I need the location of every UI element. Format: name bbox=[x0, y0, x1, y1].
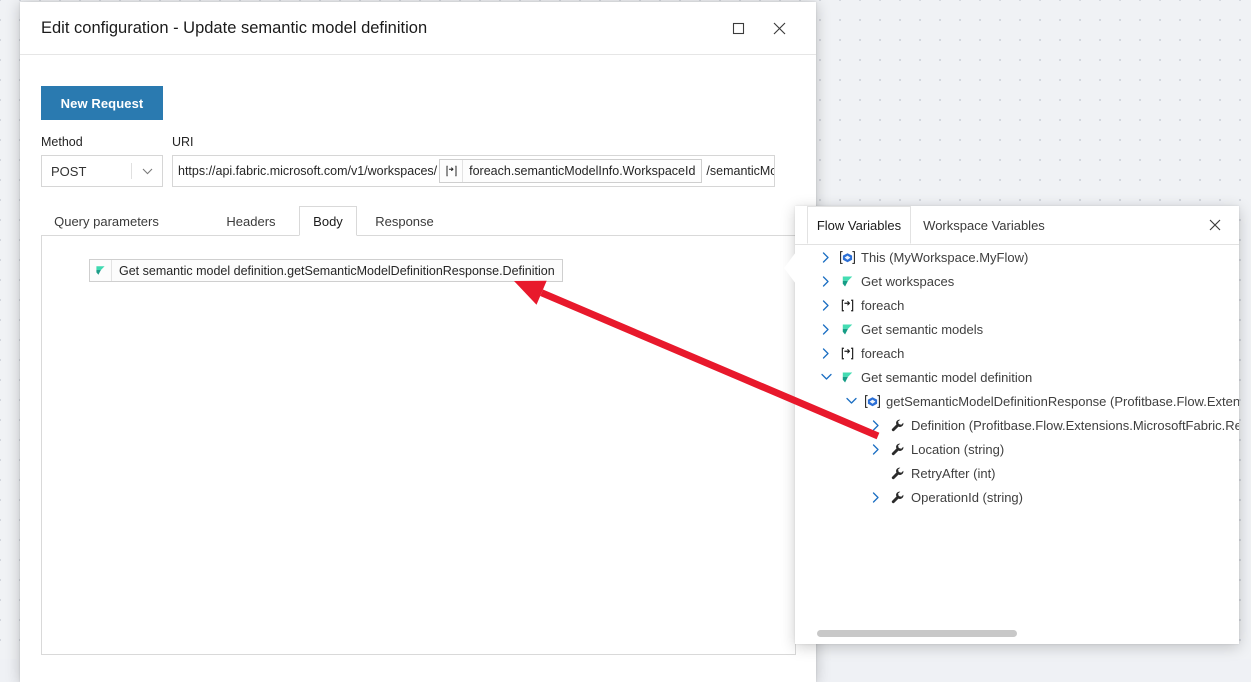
flow-rest-icon bbox=[840, 274, 855, 289]
tree-row[interactable]: This (MyWorkspace.MyFlow) bbox=[795, 245, 1239, 269]
body-token-label: Get semantic model definition.getSemanti… bbox=[112, 264, 562, 278]
foreach-loop-icon bbox=[835, 298, 859, 313]
tree-row[interactable]: Location (string) bbox=[795, 437, 1239, 461]
variables-flyout: Flow Variables Workspace Variables This (… bbox=[795, 206, 1239, 644]
tree-row[interactable]: foreach bbox=[795, 341, 1239, 365]
chevron-right-icon[interactable] bbox=[867, 420, 885, 431]
tree-node-label: foreach bbox=[859, 298, 904, 313]
property-wrench-icon bbox=[885, 418, 909, 433]
body-tab-panel: Get semantic model definition.getSemanti… bbox=[41, 235, 796, 655]
tree-node-label: RetryAfter (int) bbox=[909, 466, 996, 481]
tree-node-label: getSemanticModelDefinitionResponse (Prof… bbox=[884, 394, 1239, 409]
chevron-right-icon[interactable] bbox=[817, 300, 835, 311]
property-wrench-icon bbox=[890, 442, 905, 457]
foreach-loop-icon bbox=[835, 346, 859, 361]
tab-flow-variables[interactable]: Flow Variables bbox=[807, 206, 911, 244]
tab-headers[interactable]: Headers bbox=[212, 206, 290, 236]
chevron-right-icon[interactable] bbox=[867, 492, 885, 503]
foreach-loop-icon bbox=[840, 298, 855, 313]
chevron-right-icon[interactable] bbox=[817, 348, 835, 359]
dialog-titlebar: Edit configuration - Update semantic mod… bbox=[20, 2, 816, 55]
flow-rest-icon bbox=[90, 260, 112, 281]
property-wrench-icon bbox=[890, 418, 905, 433]
tab-workspace-variables[interactable]: Workspace Variables bbox=[914, 206, 1054, 244]
tree-row[interactable]: OperationId (string) bbox=[795, 485, 1239, 509]
flow-rest-icon bbox=[840, 370, 855, 385]
this-flow-icon bbox=[835, 250, 859, 265]
chevron-right-icon[interactable] bbox=[817, 252, 835, 263]
tree-row[interactable]: Get workspaces bbox=[795, 269, 1239, 293]
tab-label: Headers bbox=[226, 214, 275, 229]
property-wrench-icon bbox=[885, 442, 909, 457]
uri-input[interactable]: https://api.fabric.microsoft.com/v1/work… bbox=[172, 155, 775, 187]
tab-body[interactable]: Body bbox=[299, 206, 357, 236]
chevron-down-icon[interactable] bbox=[842, 397, 860, 405]
edit-configuration-dialog: Edit configuration - Update semantic mod… bbox=[20, 2, 816, 682]
tab-label: Workspace Variables bbox=[923, 218, 1045, 233]
tab-label: Flow Variables bbox=[817, 218, 901, 233]
tree-node-label: This (MyWorkspace.MyFlow) bbox=[859, 250, 1028, 265]
chevron-down-icon[interactable] bbox=[132, 168, 162, 175]
chevron-right-icon[interactable] bbox=[867, 444, 885, 455]
uri-suffix-text: /semanticModels/ bbox=[702, 164, 775, 178]
tab-query-parameters[interactable]: Query parameters bbox=[41, 206, 172, 236]
flow-rest-icon bbox=[840, 322, 855, 337]
method-select[interactable]: POST bbox=[41, 155, 163, 187]
maximize-icon[interactable] bbox=[721, 12, 755, 44]
dialog-title: Edit configuration - Update semantic mod… bbox=[41, 19, 427, 38]
property-wrench-icon bbox=[890, 466, 905, 481]
method-label: Method bbox=[41, 135, 83, 149]
tab-label: Body bbox=[313, 214, 343, 229]
tree-node-label: Definition (Profitbase.Flow.Extensions.M… bbox=[909, 418, 1239, 433]
chevron-right-icon[interactable] bbox=[817, 324, 835, 335]
flow-rest-icon bbox=[835, 322, 859, 337]
tree-node-label: Get semantic model definition bbox=[859, 370, 1032, 385]
close-icon[interactable] bbox=[1201, 211, 1229, 239]
flow-rest-icon bbox=[835, 274, 859, 289]
tree-row[interactable]: foreach bbox=[795, 293, 1239, 317]
uri-token-label: foreach.semanticModelInfo.WorkspaceId bbox=[463, 164, 701, 178]
tab-label: Query parameters bbox=[54, 214, 159, 229]
tree-row[interactable]: getSemanticModelDefinitionResponse (Prof… bbox=[795, 389, 1239, 413]
tree-row[interactable]: Definition (Profitbase.Flow.Extensions.M… bbox=[795, 413, 1239, 437]
horizontal-scrollbar[interactable] bbox=[795, 618, 1239, 644]
method-value: POST bbox=[42, 164, 131, 179]
object-cube-icon bbox=[864, 394, 881, 409]
variables-tree[interactable]: This (MyWorkspace.MyFlow) Get workspaces f… bbox=[795, 245, 1239, 612]
tree-row[interactable]: Get semantic models bbox=[795, 317, 1239, 341]
tree-row[interactable]: Get semantic model definition bbox=[795, 365, 1239, 389]
new-request-button[interactable]: New Request bbox=[41, 86, 163, 120]
uri-label: URI bbox=[172, 135, 194, 149]
tree-node-label: OperationId (string) bbox=[909, 490, 1023, 505]
foreach-loop-icon bbox=[840, 346, 855, 361]
tab-label: Response bbox=[375, 214, 434, 229]
chevron-down-icon[interactable] bbox=[817, 373, 835, 381]
tree-node-label: Get workspaces bbox=[859, 274, 954, 289]
uri-variable-token[interactable]: foreach.semanticModelInfo.WorkspaceId bbox=[439, 159, 702, 183]
property-wrench-icon bbox=[885, 490, 909, 505]
property-wrench-icon bbox=[885, 466, 909, 481]
scrollbar-thumb[interactable] bbox=[817, 630, 1017, 637]
close-icon[interactable] bbox=[762, 12, 796, 44]
variables-tabstrip: Flow Variables Workspace Variables bbox=[795, 206, 1239, 245]
request-tabstrip: Query parameters Headers Body Response bbox=[41, 206, 796, 236]
uri-prefix-text: https://api.fabric.microsoft.com/v1/work… bbox=[174, 164, 439, 178]
flow-rest-icon bbox=[835, 370, 859, 385]
tab-response[interactable]: Response bbox=[361, 206, 448, 236]
chevron-right-icon[interactable] bbox=[817, 276, 835, 287]
property-wrench-icon bbox=[890, 490, 905, 505]
tree-node-label: foreach bbox=[859, 346, 904, 361]
this-flow-icon bbox=[839, 250, 856, 265]
tree-node-label: Location (string) bbox=[909, 442, 1004, 457]
body-variable-token[interactable]: Get semantic model definition.getSemanti… bbox=[89, 259, 563, 282]
tree-node-label: Get semantic models bbox=[859, 322, 983, 337]
foreach-loop-icon bbox=[440, 160, 463, 182]
object-cube-icon bbox=[860, 394, 884, 409]
tree-row[interactable]: RetryAfter (int) bbox=[795, 461, 1239, 485]
